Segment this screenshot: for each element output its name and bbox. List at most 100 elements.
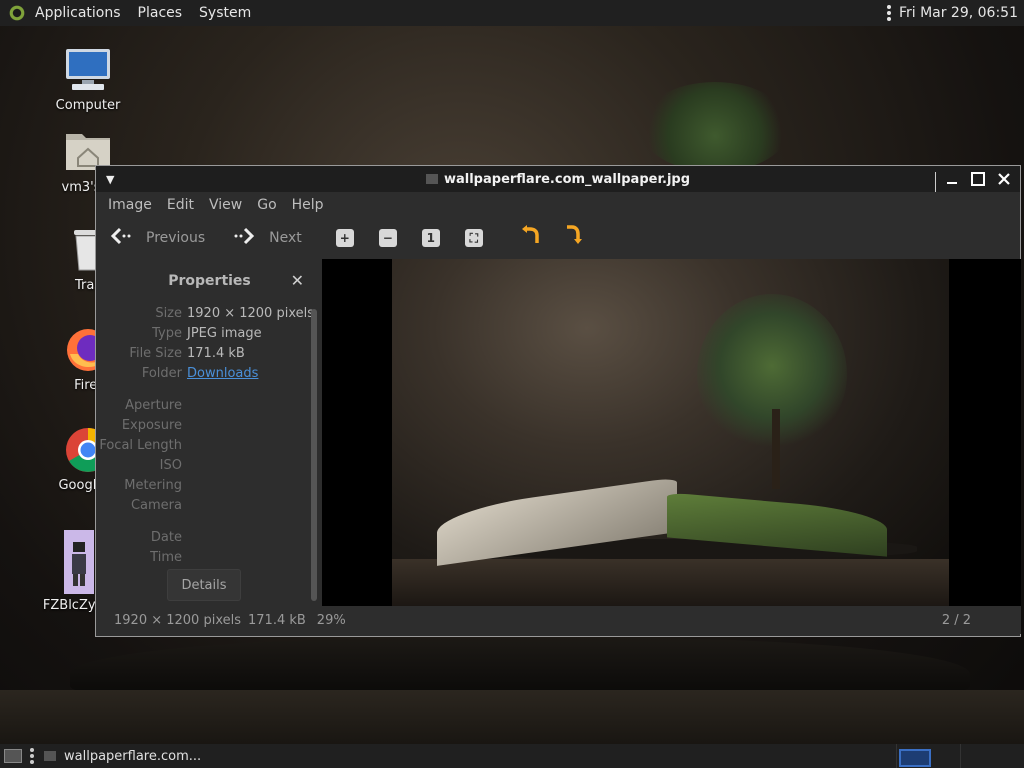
window-title-text: wallpaperflare.com_wallpaper.jpg <box>443 171 691 187</box>
desktop-icon-label: Computer <box>55 98 121 113</box>
image-trunk <box>772 409 780 489</box>
close-sidebar-icon[interactable]: ✕ <box>291 271 304 290</box>
property-value: 171.4 kB <box>187 345 245 361</box>
menu-view[interactable]: View <box>209 197 242 213</box>
menu-go[interactable]: Go <box>257 197 276 213</box>
workspace-1[interactable] <box>896 744 960 768</box>
panel-handle-icon[interactable] <box>30 748 34 764</box>
property-row: Folder Downloads <box>97 363 322 383</box>
rotate-right-icon[interactable] <box>563 225 583 251</box>
zoom-normal-icon[interactable]: 1 <box>421 229 440 247</box>
image-viewer-window: ▼ wallpaperflare.com_wallpaper.jpg Image… <box>95 165 1021 637</box>
previous-label: Previous <box>146 230 206 246</box>
property-value: 1920 × 1200 pixels <box>187 305 314 321</box>
image-canvas[interactable] <box>322 259 1021 606</box>
property-row: File Size 171.4 kB <box>97 343 322 363</box>
menubar: Image Edit View Go Help <box>96 192 1020 217</box>
status-filesize: 171.4 kB <box>248 612 306 628</box>
exif-key: ISO <box>159 457 182 473</box>
workspace-2[interactable] <box>960 744 1024 768</box>
menu-system[interactable]: System <box>199 5 251 21</box>
datetime-key: Date <box>150 529 182 545</box>
status-dimensions: 1920 × 1200 pixels <box>114 612 241 628</box>
properties-list: Size 1920 × 1200 pixels Type JPEG image … <box>97 303 322 567</box>
exif-key: Metering <box>124 477 182 493</box>
content-area: Properties ✕ Size 1920 × 1200 pixels Typ… <box>97 259 1021 606</box>
arrow-left-icon <box>110 226 132 250</box>
datetime-key: Time <box>150 549 182 565</box>
bottom-panel: wallpaperflare.com... <box>0 744 1024 768</box>
property-row: Size 1920 × 1200 pixels <box>97 303 322 323</box>
menu-image[interactable]: Image <box>108 197 152 213</box>
image-book <box>437 477 917 566</box>
zoom-in-icon[interactable]: + <box>335 229 354 247</box>
menu-applications[interactable]: Applications <box>35 5 121 21</box>
clock[interactable]: Fri Mar 29, 06:51 <box>899 5 1018 21</box>
properties-sidebar: Properties ✕ Size 1920 × 1200 pixels Typ… <box>97 259 322 606</box>
sidebar-title: Properties <box>168 273 251 289</box>
sidebar-header: Properties ✕ <box>97 259 322 303</box>
exif-row: Metering <box>97 475 322 495</box>
exif-key: Focal Length <box>99 437 182 453</box>
previous-button[interactable]: Previous <box>110 226 205 250</box>
displayed-image <box>392 259 949 606</box>
menu-places[interactable]: Places <box>138 5 183 21</box>
arrow-right-icon <box>233 226 255 250</box>
image-file-icon <box>425 173 438 184</box>
details-button[interactable]: Details <box>167 569 241 601</box>
panel-handle-icon[interactable] <box>886 5 891 21</box>
show-desktop-icon[interactable] <box>4 749 22 763</box>
property-key: Type <box>152 325 182 341</box>
image-file-icon <box>64 530 94 594</box>
window-titlebar[interactable]: ▼ wallpaperflare.com_wallpaper.jpg <box>96 166 1020 192</box>
datetime-row: Time <box>97 547 322 567</box>
distro-logo-icon[interactable] <box>8 4 26 22</box>
exif-row: ISO <box>97 455 322 475</box>
image-table <box>392 559 949 606</box>
exif-key: Camera <box>130 497 182 513</box>
menu-edit[interactable]: Edit <box>167 197 194 213</box>
exif-row: Camera <box>97 495 322 515</box>
wallpaper-book <box>70 638 970 698</box>
statusbar: 1920 × 1200 pixels 171.4 kB 29% 2 / 2 <box>97 606 1021 634</box>
toolbar: Previous Next + − 1 ⛶ <box>96 217 1020 259</box>
maximize-icon[interactable] <box>968 169 988 189</box>
property-key: Folder <box>141 365 182 381</box>
exif-row: Aperture <box>97 395 322 415</box>
property-key: File Size <box>129 345 182 361</box>
workspace-switcher <box>896 744 1024 768</box>
exif-row: Exposure <box>97 415 322 435</box>
property-value: JPEG image <box>187 325 262 341</box>
wallpaper-tree <box>640 82 790 172</box>
wallpaper-table <box>0 690 1024 744</box>
taskbar-item[interactable]: wallpaperflare.com... <box>44 749 201 764</box>
rotate-left-icon[interactable] <box>521 225 541 251</box>
zoom-out-icon[interactable]: − <box>378 229 397 247</box>
computer-icon <box>64 46 112 94</box>
close-icon[interactable] <box>994 169 1014 189</box>
property-key: Size <box>155 305 182 321</box>
minimize-icon[interactable] <box>942 169 962 189</box>
menu-help[interactable]: Help <box>292 197 324 213</box>
window-controls <box>935 169 1014 192</box>
window-title: wallpaperflare.com_wallpaper.jpg <box>96 172 1020 187</box>
next-label: Next <box>269 230 302 246</box>
image-file-icon <box>44 751 56 761</box>
exif-key: Exposure <box>121 417 182 433</box>
desktop-icon-computer[interactable]: Computer <box>43 46 133 113</box>
exif-row: Focal Length <box>97 435 322 455</box>
top-panel: Applications Places System Fri Mar 29, 0… <box>0 0 1024 26</box>
folder-link[interactable]: Downloads <box>187 366 258 381</box>
window-menu-chevron-icon[interactable]: ▼ <box>106 173 122 186</box>
sidebar-scrollbar[interactable] <box>311 309 317 601</box>
datetime-row: Date <box>97 527 322 547</box>
status-position: 2 / 2 <box>941 612 971 628</box>
property-row: Type JPEG image <box>97 323 322 343</box>
titlebar-separator <box>935 172 936 192</box>
exif-key: Aperture <box>125 397 182 413</box>
zoom-fit-icon[interactable]: ⛶ <box>464 229 483 247</box>
taskbar-item-label: wallpaperflare.com... <box>64 748 202 764</box>
next-button[interactable]: Next <box>233 226 302 250</box>
